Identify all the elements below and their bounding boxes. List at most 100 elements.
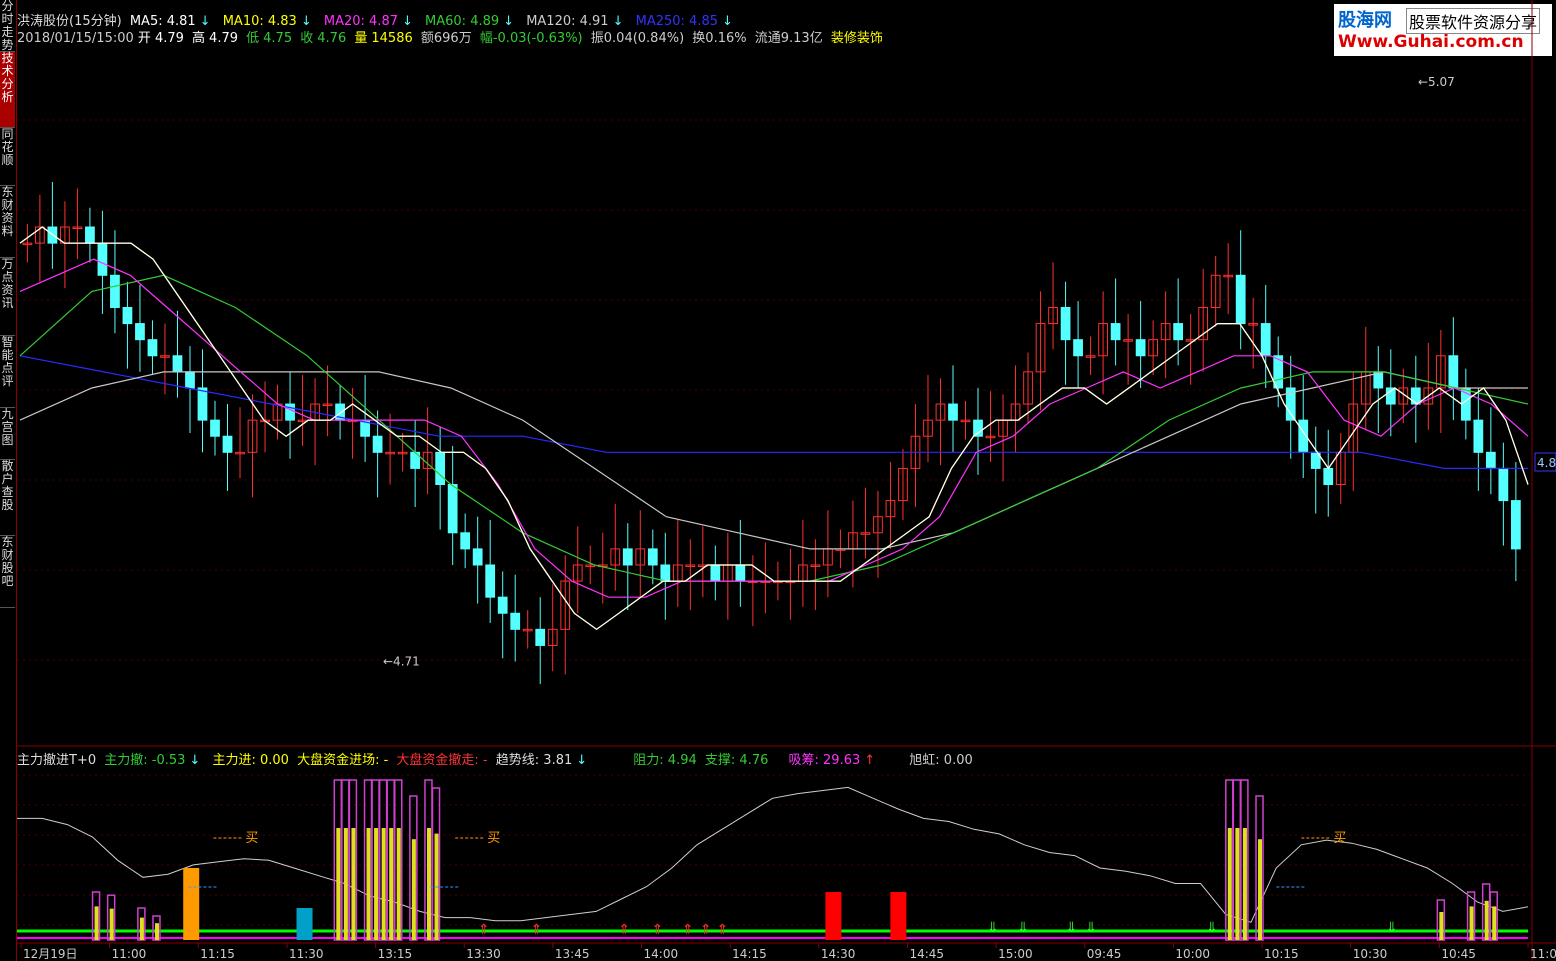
candle	[85, 226, 95, 244]
x-tick-label: 14:45	[909, 947, 944, 961]
x-tick-label: 14:30	[821, 947, 856, 961]
x-tick-label: 10:15	[1264, 947, 1299, 961]
up-arrow-icon: ⇑	[618, 922, 630, 938]
candle	[1110, 323, 1121, 341]
candle	[510, 612, 521, 630]
x-tick-label: 11:00	[112, 947, 147, 961]
candle	[1473, 419, 1484, 453]
candle	[1485, 451, 1496, 469]
candle	[660, 564, 671, 582]
candle	[622, 548, 633, 566]
candle	[197, 387, 208, 421]
x-tick-label: 13:15	[378, 947, 413, 961]
x-tick-label: 13:45	[555, 947, 590, 961]
down-arrow-icon: ⇓	[1206, 920, 1218, 936]
x-tick-label: 11:15	[200, 947, 235, 961]
x-tick-label: 09:45	[1087, 947, 1122, 961]
volume-bar	[1469, 906, 1474, 940]
x-tick-label: 11:30	[289, 947, 324, 961]
candle	[535, 628, 546, 646]
up-arrow-icon: ⇑	[700, 922, 712, 938]
candle	[1235, 274, 1246, 325]
volume-bar	[351, 828, 356, 940]
down-arrow-icon: ⇓	[1017, 920, 1029, 936]
x-tick-label: 12月19日	[23, 947, 78, 961]
candle	[110, 274, 120, 308]
down-arrow-icon: ⇓	[987, 920, 999, 936]
down-arrow-icon: ⇓	[1085, 920, 1097, 936]
up-arrow-icon: ⇑	[682, 922, 694, 938]
candle	[973, 419, 983, 437]
candle	[948, 403, 958, 421]
candle	[1498, 467, 1509, 502]
volume-bar	[1235, 828, 1240, 940]
candle	[1448, 355, 1459, 389]
volume-bar	[426, 828, 431, 940]
volume-bar	[1439, 912, 1444, 940]
volume-bar	[154, 923, 159, 940]
candle	[185, 371, 195, 389]
volume-bar	[366, 828, 371, 940]
buy-label: 买	[487, 831, 500, 846]
signal-bar	[183, 868, 200, 940]
volume-bar	[374, 828, 379, 940]
down-arrow-icon: ⇓	[1386, 920, 1398, 936]
candle	[122, 306, 133, 325]
candle	[1510, 500, 1521, 550]
x-tick-label: 14:00	[644, 947, 679, 961]
x-tick-label: 11:00	[1530, 947, 1556, 961]
volume-bar	[343, 828, 348, 940]
low-price-label: ←4.71	[383, 655, 420, 669]
ma120-line	[19, 371, 1528, 550]
volume-bar	[1227, 828, 1232, 940]
right-price-label: 4.8	[1537, 456, 1556, 470]
buy-label: 买	[1333, 831, 1346, 846]
x-tick-label: 10:30	[1353, 947, 1388, 961]
volume-bar	[1258, 839, 1263, 940]
candle	[1135, 339, 1146, 357]
x-tick-label: 14:15	[732, 947, 767, 961]
kline-chart[interactable]: ←5.07 ←4.71 4.8 ⇑ ⇑ ⇑ ⇑ ⇑ ⇑ ⇑ ⇓ ⇓ ⇓ ⇓ ⇓ ⇓ 买 买 买 12月19日 11:00…	[0, 0, 1556, 961]
volume-bar	[396, 828, 401, 940]
volume-bar	[1484, 900, 1489, 940]
buy-label: 买	[245, 831, 258, 846]
candle	[710, 564, 721, 582]
candle	[472, 548, 483, 566]
volume-bar	[109, 908, 114, 940]
signal-bar	[296, 908, 313, 940]
candle	[435, 451, 446, 486]
volume-bar	[139, 917, 144, 940]
signal-bar	[825, 892, 842, 940]
candle	[1173, 323, 1184, 341]
volume-bar	[1492, 906, 1497, 940]
volume-bar	[381, 828, 386, 940]
signal-bar	[890, 892, 907, 940]
x-tick-label: 10:45	[1441, 947, 1476, 961]
candle	[210, 419, 220, 437]
candle	[485, 564, 496, 598]
candle	[147, 339, 158, 357]
candle	[1060, 306, 1071, 341]
candle	[172, 355, 183, 373]
up-arrow-icon: ⇑	[478, 922, 490, 938]
candle	[735, 564, 746, 582]
up-arrow-icon: ⇑	[652, 922, 664, 938]
high-price-label: ←5.07	[1418, 75, 1455, 89]
volume-bar	[94, 906, 99, 940]
candle	[135, 323, 145, 341]
up-arrow-icon: ⇑	[531, 922, 543, 938]
candle	[372, 435, 383, 453]
volume-bar	[411, 839, 416, 940]
candle	[222, 435, 233, 453]
candle	[1260, 323, 1271, 357]
candle	[1410, 387, 1421, 405]
candle	[497, 596, 508, 614]
candle	[1073, 339, 1083, 357]
candle	[647, 548, 658, 566]
down-arrow-icon: ⇓	[1066, 920, 1078, 936]
candle	[460, 532, 471, 550]
volume-bar	[1242, 828, 1247, 940]
up-arrow-icon: ⇑	[717, 922, 729, 938]
volume-bar	[389, 828, 394, 940]
candle	[1323, 467, 1334, 486]
